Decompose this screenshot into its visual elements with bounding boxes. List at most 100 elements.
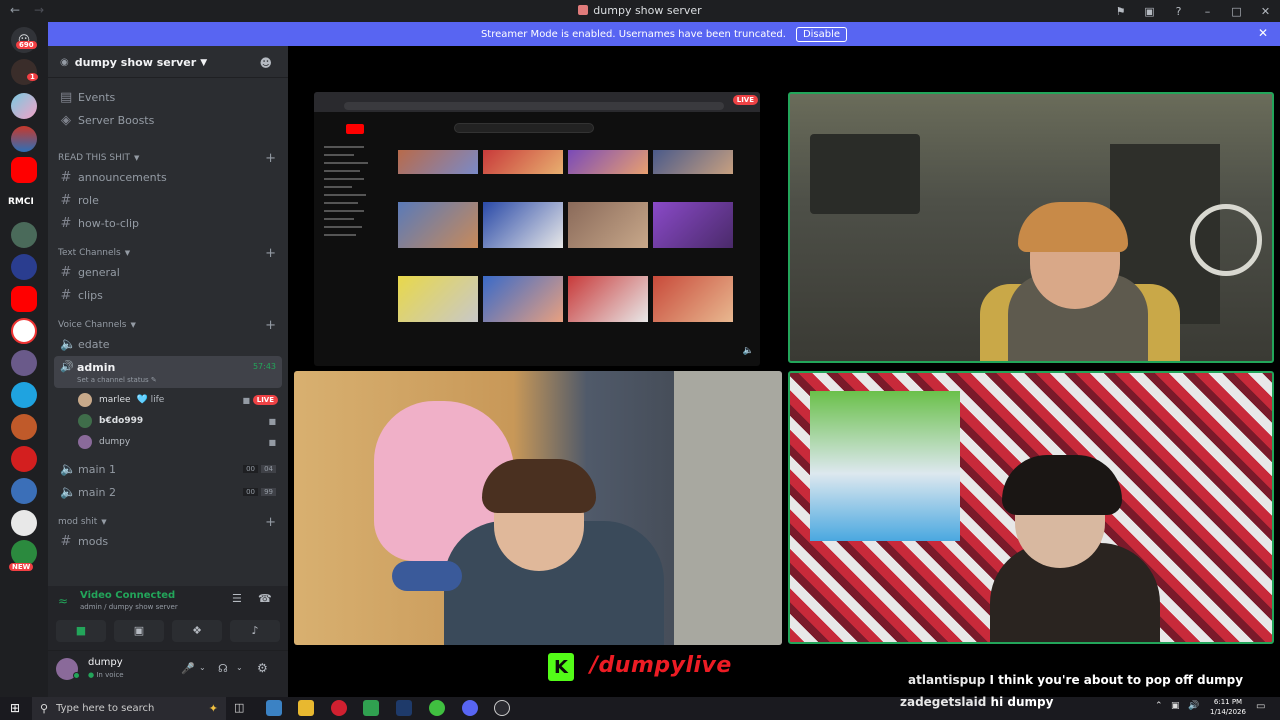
video-thumbnails [398, 150, 734, 322]
close-icon[interactable]: ✕ [1258, 26, 1268, 40]
youtube-server-icon-2[interactable] [11, 286, 37, 312]
home-discord-icon[interactable]: ☺ [11, 27, 37, 53]
inbox-icon[interactable]: ⚑ [1106, 5, 1135, 18]
disconnect-icon[interactable]: ☎ [258, 592, 272, 605]
add-channel-icon[interactable]: + [265, 318, 276, 333]
channel-how-to-clip[interactable]: # how-to-clip [48, 212, 288, 234]
add-channel-icon[interactable]: + [265, 246, 276, 261]
voice-channel-edate[interactable]: 🔈 edate [48, 333, 288, 355]
server-icon-9[interactable] [11, 414, 37, 440]
volume-icon[interactable]: 🔊 [1188, 701, 1199, 711]
server-boosts-item[interactable]: ◈ Server Boosts [48, 109, 288, 131]
maximize-icon[interactable]: □ [1222, 5, 1251, 18]
category-text[interactable]: Text Channels ▼ + [48, 245, 288, 261]
add-channel-icon[interactable]: + [265, 515, 276, 530]
noise-suppression-icon[interactable]: ☰ [232, 592, 242, 605]
channel-label: edate [78, 337, 110, 351]
server-icon-10[interactable] [11, 446, 37, 472]
headphones-icon[interactable]: ☊ [218, 662, 228, 675]
photoshop-icon[interactable] [396, 700, 412, 716]
chevron-down-icon: ▼ [130, 321, 136, 329]
task-view-icon[interactable]: ◫ [234, 701, 244, 714]
soundboard-button[interactable]: ♪ [230, 620, 280, 642]
server-header[interactable]: ◉ dumpy show server ▼ ☻ [48, 48, 288, 78]
channel-role[interactable]: # role [48, 189, 288, 211]
voice-channel-admin[interactable]: 🔊 admin 57:43 Set a channel status ✎ [54, 356, 282, 388]
disable-button[interactable]: Disable [795, 26, 848, 42]
server-icon-6[interactable] [11, 318, 37, 344]
discord-taskbar-icon[interactable] [462, 700, 478, 716]
vscode-icon[interactable] [363, 700, 379, 716]
server-icon-4[interactable] [11, 222, 37, 248]
search-icon: ⚲ [40, 702, 49, 715]
category-voice[interactable]: Voice Channels ▼ + [48, 317, 288, 333]
server-icon-1[interactable] [11, 59, 37, 85]
windows-start-icon[interactable]: ⊞ [10, 701, 20, 715]
rtc-location[interactable]: admin / dumpy show server [80, 603, 178, 611]
webcam-tile-2[interactable] [294, 371, 782, 645]
banner-text: Streamer Mode is enabled. Usernames have… [480, 28, 786, 40]
voice-channel-main-2[interactable]: 🔈 main 2 00 99 [48, 481, 288, 503]
youtube-server-icon[interactable] [11, 157, 37, 183]
channel-clips[interactable]: # clips [48, 284, 288, 306]
volume-icon[interactable]: 🔈 [743, 346, 754, 356]
server-icon-3[interactable] [11, 126, 37, 152]
category-mod[interactable]: mod shit ▼ + [48, 514, 288, 530]
invite-people-icon[interactable]: ☻ [259, 56, 272, 70]
activity-button[interactable]: ❖ [172, 620, 222, 642]
channel-label: admin [77, 361, 116, 374]
screen-share-tile[interactable]: LIVE 🔈 [314, 92, 760, 366]
taskbar-search[interactable]: ⚲ Type here to search ✦ [32, 697, 226, 720]
camera-button[interactable]: ■ [56, 620, 106, 642]
channel-status[interactable]: Set a channel status ✎ [77, 376, 157, 384]
add-channel-icon[interactable]: + [265, 151, 276, 166]
clock-date[interactable]: 1/14/2026 [1206, 708, 1250, 716]
network-icon[interactable]: ▣ [1171, 701, 1180, 711]
online-status-icon [73, 672, 80, 679]
signal-icon[interactable]: ≈ [58, 594, 68, 608]
fish-sneaker-image [810, 391, 960, 541]
channel-label: how-to-clip [78, 216, 140, 230]
rmci-server-label[interactable]: RMCI [8, 197, 34, 207]
channel-announcements[interactable]: # announcements [48, 166, 288, 188]
server-icon-8[interactable] [11, 382, 37, 408]
chevron-down-icon: ▼ [134, 154, 140, 162]
voice-user-dumpy[interactable]: dumpy ■ [48, 432, 288, 452]
notifications-icon[interactable]: ▭ [1256, 701, 1265, 712]
channel-general[interactable]: # general [48, 261, 288, 283]
help-icon[interactable]: ? [1164, 5, 1193, 18]
server-icon-5[interactable] [11, 254, 37, 280]
settings-gear-icon[interactable]: ⚙ [257, 661, 268, 675]
file-explorer-icon[interactable] [298, 700, 314, 716]
server-icon-11[interactable] [11, 478, 37, 504]
server-icon-12[interactable] [11, 510, 37, 536]
server-icon-7[interactable] [11, 350, 37, 376]
hashtag-icon: # [60, 533, 72, 549]
chevron-down-icon[interactable]: ⌄ [236, 663, 243, 672]
chevron-down-icon[interactable]: ⌄ [199, 663, 206, 672]
opera-icon[interactable] [331, 700, 347, 716]
events-item[interactable]: ▤ Events [48, 86, 288, 108]
channel-mods[interactable]: # mods [48, 530, 288, 552]
close-window-icon[interactable]: ✕ [1251, 5, 1280, 18]
server-icon-2[interactable] [11, 93, 37, 119]
voice-user-bedo[interactable]: b€do999 ■ [48, 411, 288, 431]
webcam-tile-1[interactable] [788, 92, 1274, 363]
clock-time[interactable]: 6:11 PM [1206, 698, 1250, 706]
chat-line-2: zadegetslaid hi dumpy [900, 695, 1053, 709]
voice-user-marlee[interactable]: marlee 🩵 life ■ LIVE [48, 390, 288, 410]
curtain-shape [674, 371, 782, 645]
category-read[interactable]: READ THIS SHIT ▼ + [48, 150, 288, 166]
minimize-icon[interactable]: – [1193, 5, 1222, 18]
screen-share-button[interactable]: ▣ [114, 620, 164, 642]
app-icon[interactable] [429, 700, 445, 716]
channel-label: general [78, 265, 120, 279]
screen-icon[interactable]: ▣ [1135, 5, 1164, 18]
user-name[interactable]: dumpy [88, 657, 123, 668]
obs-icon[interactable] [494, 700, 510, 716]
tray-chevron-icon[interactable]: ⌃ [1155, 701, 1163, 711]
edge-icon[interactable] [266, 700, 282, 716]
microphone-icon[interactable]: 🎤 [181, 662, 195, 675]
webcam-tile-3[interactable] [788, 371, 1274, 644]
voice-channel-main-1[interactable]: 🔈 main 1 00 04 [48, 458, 288, 480]
